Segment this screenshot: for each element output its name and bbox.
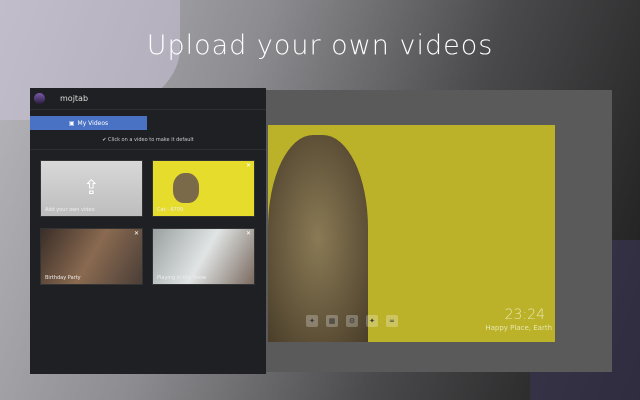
close-icon[interactable]: ✕ <box>246 230 251 237</box>
close-icon[interactable]: ✕ <box>246 162 251 169</box>
cat-thumbnail <box>173 173 199 203</box>
link-icon[interactable]: ∞ <box>386 315 398 327</box>
video-tile[interactable]: ✕ Birthday Party <box>40 228 143 285</box>
cat-image <box>268 135 368 342</box>
logo-icon <box>34 93 45 104</box>
headline: Upload your own videos <box>146 30 494 61</box>
tile-label: Playing in the Snow <box>157 275 207 281</box>
add-video-tile[interactable]: ⇪ Add your own video <box>40 160 143 217</box>
gear-icon[interactable]: ⚙ <box>346 315 358 327</box>
close-icon[interactable]: ✕ <box>134 230 139 237</box>
pin-icon[interactable]: ✦ <box>366 315 378 327</box>
panel-header: mojtab <box>30 88 266 110</box>
tile-label: Cat - 6709 <box>157 207 184 213</box>
video-tile[interactable]: ✕ Cat - 6709 <box>152 160 255 217</box>
tab-label: My Videos <box>77 119 109 127</box>
hint-text: ✔ Click on a video to make it default <box>30 137 266 150</box>
settings-panel: mojtab ▣ My Videos ✔ Click on a video to … <box>30 88 266 374</box>
hint-label: Click on a video to make it default <box>108 137 194 143</box>
pin-icon[interactable]: ✦ <box>306 315 318 327</box>
video-background: ✦ ▦ ⚙ ✦ ∞ 23:24 Happy Place, Earth <box>268 125 555 342</box>
brand-name: mojtab <box>60 94 89 103</box>
location-text: Happy Place, Earth <box>485 324 552 332</box>
tile-label: Add your own video <box>45 207 95 213</box>
tile-label: Birthday Party <box>45 275 81 281</box>
video-icon: ▣ <box>68 119 75 127</box>
shortcut-dock: ✦ ▦ ⚙ ✦ ∞ <box>306 315 398 327</box>
upload-icon: ⇪ <box>83 175 100 199</box>
tab-my-videos[interactable]: ▣ My Videos <box>30 116 147 130</box>
new-tab-preview: ✦ ▦ ⚙ ✦ ∞ 23:24 Happy Place, Earth <box>266 90 612 372</box>
clock: 23:24 <box>504 307 545 323</box>
calendar-icon[interactable]: ▦ <box>326 315 338 327</box>
video-tile[interactable]: ✕ Playing in the Snow <box>152 228 255 285</box>
